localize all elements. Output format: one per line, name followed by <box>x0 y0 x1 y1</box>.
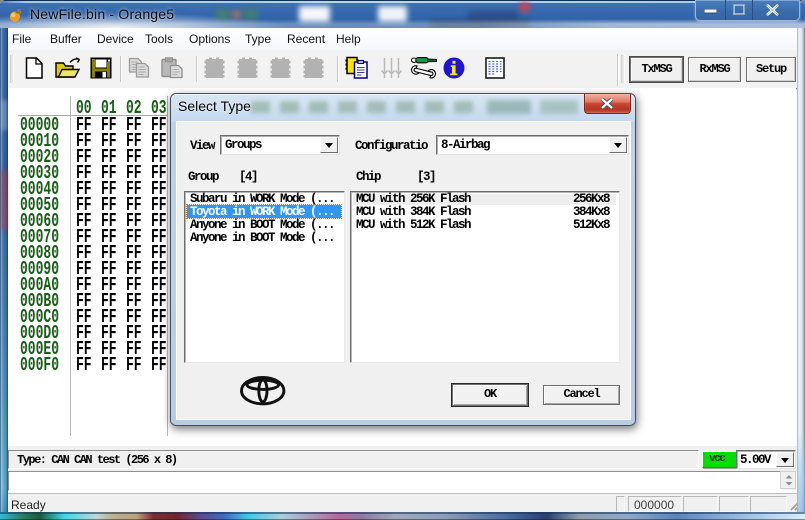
svg-text:5: 5 <box>17 8 21 16</box>
